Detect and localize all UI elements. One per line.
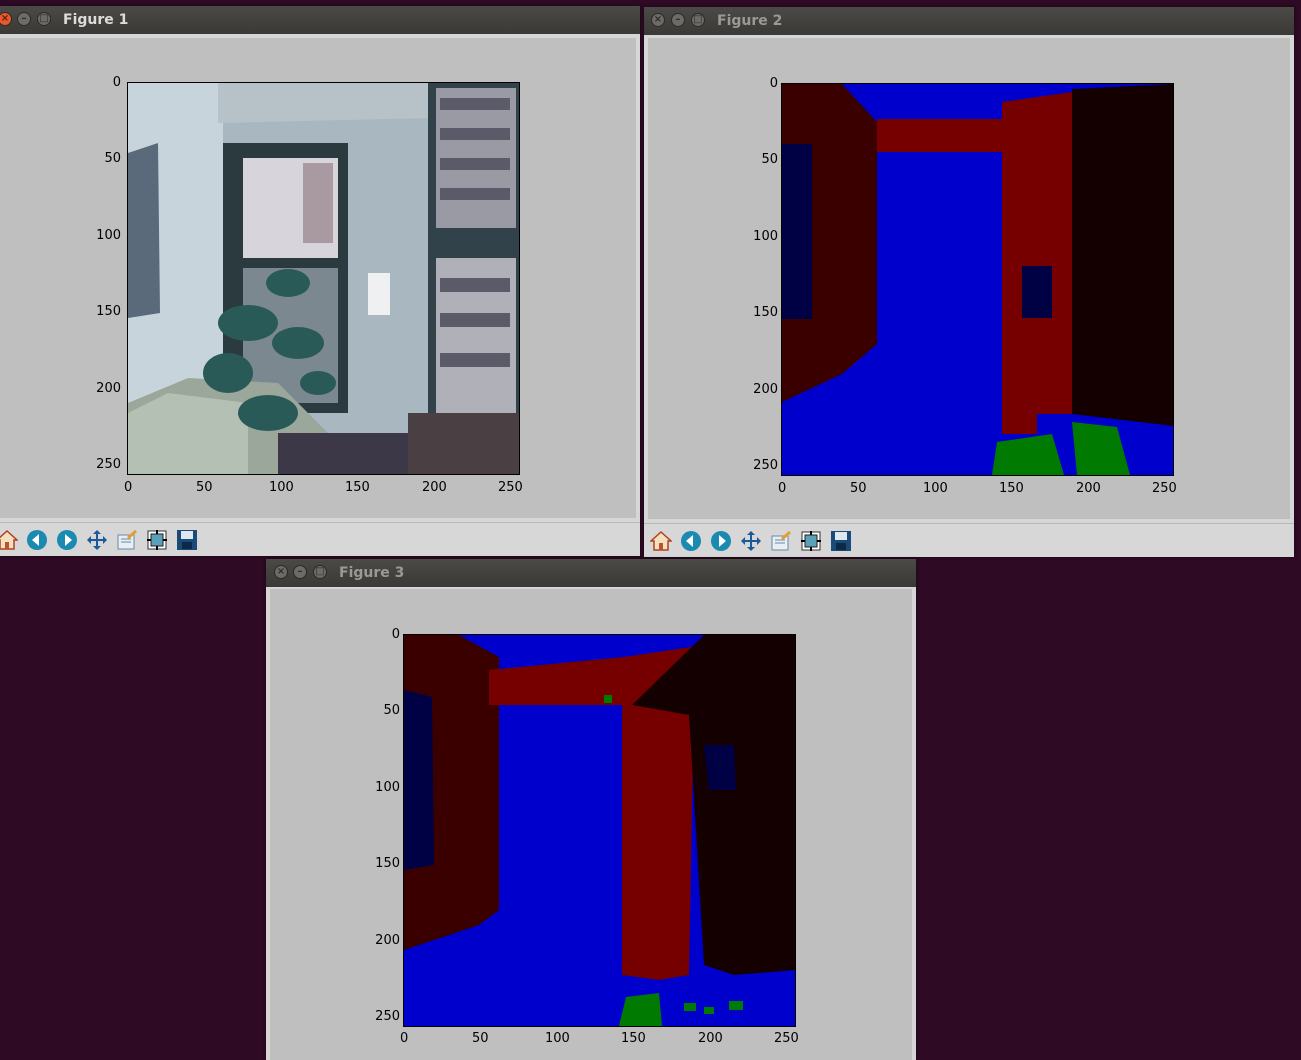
x-tick-label: 200 (698, 1031, 723, 1046)
minimize-icon[interactable]: – (671, 13, 685, 27)
y-tick-label: 50 (383, 703, 400, 718)
forward-icon[interactable] (54, 527, 80, 553)
y-tick-label: 200 (96, 381, 121, 396)
back-icon[interactable] (24, 527, 50, 553)
window-title: Figure 2 (717, 13, 783, 29)
y-tick-label: 100 (753, 229, 778, 244)
x-tick-label: 100 (269, 480, 294, 495)
window-title: Figure 1 (63, 12, 129, 28)
subplots-icon[interactable] (144, 527, 170, 553)
save-icon[interactable] (828, 528, 854, 554)
maximize-icon[interactable]: □ (313, 565, 327, 579)
segmentation-map-image (782, 84, 1173, 475)
y-tick-label: 100 (375, 780, 400, 795)
x-tick-label: 150 (621, 1031, 646, 1046)
x-tick-label: 50 (196, 480, 213, 495)
y-tick-label: 50 (761, 152, 778, 167)
close-icon[interactable]: × (0, 12, 12, 26)
back-icon[interactable] (678, 528, 704, 554)
y-tick-label: 0 (391, 627, 400, 642)
y-tick-label: 150 (753, 305, 778, 320)
y-tick-label: 0 (769, 76, 778, 91)
room-photo-image (128, 83, 519, 474)
forward-icon[interactable] (708, 528, 734, 554)
x-tick-label: 250 (774, 1031, 799, 1046)
y-tick-label: 0 (112, 75, 121, 90)
maximize-icon[interactable]: □ (691, 13, 705, 27)
home-icon[interactable] (648, 528, 674, 554)
x-tick-label: 100 (545, 1031, 570, 1046)
figure-3-titlebar[interactable]: × – □ Figure 3 (266, 559, 916, 587)
window-title: Figure 3 (339, 565, 405, 581)
figure-canvas[interactable]: 0 50 100 150 200 250 0 50 100 150 200 25… (270, 589, 912, 1060)
x-tick-label: 100 (923, 481, 948, 496)
save-icon[interactable] (174, 527, 200, 553)
minimize-icon[interactable]: – (17, 12, 31, 26)
segmentation-ground-truth-plot (781, 83, 1174, 476)
figure-1-window: × – □ Figure 1 0 50 100 150 200 250 0 50… (0, 6, 640, 556)
segmentation-prediction-plot (403, 634, 796, 1027)
subplots-icon[interactable] (798, 528, 824, 554)
x-tick-label: 250 (1152, 481, 1177, 496)
zoom-icon[interactable] (768, 528, 794, 554)
y-tick-label: 50 (104, 151, 121, 166)
y-tick-label: 100 (96, 228, 121, 243)
navigation-toolbar (644, 523, 1294, 557)
x-tick-label: 250 (498, 480, 523, 495)
home-icon[interactable] (0, 527, 20, 553)
figure-3-window: × – □ Figure 3 0 50 100 150 200 250 0 50… (266, 559, 916, 1060)
x-tick-label: 0 (400, 1031, 409, 1046)
pan-icon[interactable] (738, 528, 764, 554)
predicted-segmentation-image (404, 635, 795, 1026)
minimize-icon[interactable]: – (293, 565, 307, 579)
figure-canvas[interactable]: 0 50 100 150 200 250 0 50 100 150 200 25… (0, 38, 636, 518)
x-tick-label: 200 (1076, 481, 1101, 496)
x-tick-label: 200 (422, 480, 447, 495)
figure-1-titlebar[interactable]: × – □ Figure 1 (0, 6, 640, 34)
y-tick-label: 250 (753, 458, 778, 473)
navigation-toolbar (0, 522, 640, 556)
x-tick-label: 50 (850, 481, 867, 496)
y-tick-label: 150 (96, 304, 121, 319)
rgb-image-plot (127, 82, 520, 475)
y-tick-label: 150 (375, 856, 400, 871)
x-tick-label: 150 (999, 481, 1024, 496)
figure-2-titlebar[interactable]: × – □ Figure 2 (644, 7, 1294, 35)
close-icon[interactable]: × (274, 565, 288, 579)
y-tick-label: 200 (753, 382, 778, 397)
y-tick-label: 200 (375, 933, 400, 948)
pan-icon[interactable] (84, 527, 110, 553)
figure-2-window: × – □ Figure 2 0 50 100 150 200 250 0 50… (644, 7, 1294, 557)
y-tick-label: 250 (96, 457, 121, 472)
x-tick-label: 150 (345, 480, 370, 495)
close-icon[interactable]: × (651, 13, 665, 27)
x-tick-label: 50 (472, 1031, 489, 1046)
maximize-icon[interactable]: □ (37, 12, 51, 26)
y-tick-label: 250 (375, 1009, 400, 1024)
x-tick-label: 0 (778, 481, 787, 496)
x-tick-label: 0 (124, 480, 133, 495)
zoom-icon[interactable] (114, 527, 140, 553)
figure-canvas[interactable]: 0 50 100 150 200 250 0 50 100 150 200 25… (648, 38, 1290, 519)
